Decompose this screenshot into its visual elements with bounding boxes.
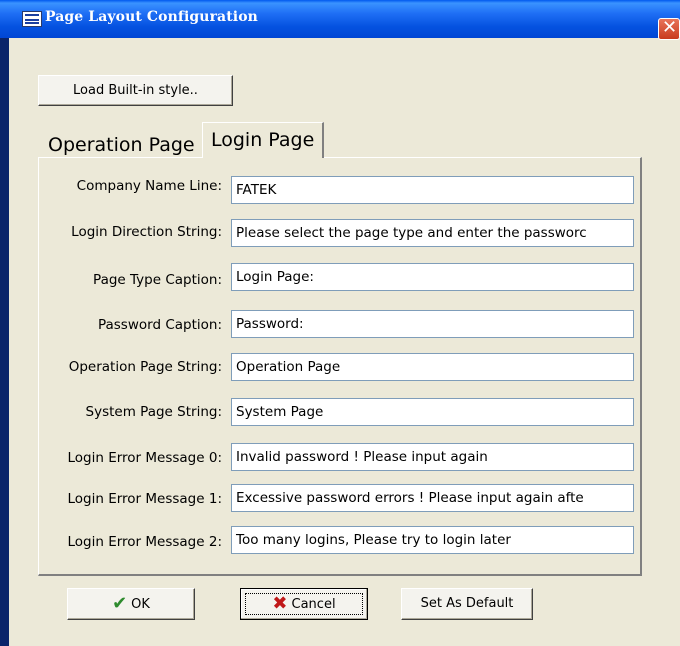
close-button[interactable]: ✕ (658, 17, 680, 40)
title-bar[interactable]: Page Layout Configuration ✕ (0, 0, 680, 40)
login-direction-string-input[interactable]: Please select the page type and enter th… (231, 219, 634, 247)
set-as-default-label: Set As Default (420, 596, 514, 611)
operation-page-string-input[interactable]: Operation Page (231, 353, 634, 381)
tab-login-page[interactable]: Login Page (202, 122, 325, 158)
ok-button-label: OK (131, 596, 150, 612)
password-caption-input[interactable]: Password: (231, 310, 634, 338)
page-type-caption-label: Page Type Caption: (93, 272, 222, 288)
login-error-message-1-input[interactable]: Excessive password errors ! Please input… (231, 484, 634, 512)
company-name-line-label: Company Name Line: (76, 178, 222, 194)
tab-operation-page-label: Operation Page (48, 134, 195, 156)
checkmark-icon: ✔ (112, 593, 128, 614)
system-page-string-label: System Page String: (85, 404, 222, 420)
window-icon (22, 11, 42, 27)
login-direction-string-label: Login Direction String: (71, 224, 222, 240)
login-error-message-0-input[interactable]: Invalid password ! Please input again (231, 443, 634, 471)
load-built-in-style-label: Load Built-in style.. (73, 83, 198, 98)
login-error-message-0-label: Login Error Message 0: (67, 450, 222, 466)
page-type-caption-input[interactable]: Login Page: (231, 263, 634, 291)
login-error-message-2-input[interactable]: Too many logins, Please try to login lat… (231, 526, 634, 554)
window-title: Page Layout Configuration (45, 9, 258, 25)
system-page-string-input[interactable]: System Page (231, 398, 634, 426)
tab-operation-page[interactable]: Operation Page (42, 130, 201, 160)
load-built-in-style-button[interactable]: Load Built-in style.. (38, 75, 233, 106)
set-as-default-button[interactable]: Set As Default (401, 588, 533, 620)
operation-page-string-label: Operation Page String: (68, 359, 222, 375)
cancel-button[interactable]: ✖ Cancel (240, 588, 368, 620)
dialog-window: Page Layout Configuration ✕ Load Built-i… (0, 0, 680, 646)
tab-login-page-label: Login Page (211, 129, 315, 151)
cancel-button-label: Cancel (291, 596, 336, 612)
ok-button[interactable]: ✔ OK (67, 588, 195, 620)
login-error-message-1-label: Login Error Message 1: (67, 491, 222, 507)
login-error-message-2-label: Login Error Message 2: (67, 534, 222, 550)
password-caption-label: Password Caption: (97, 317, 222, 333)
close-icon: ✕ (662, 17, 678, 38)
company-name-line-input[interactable]: FATEK (231, 176, 634, 204)
